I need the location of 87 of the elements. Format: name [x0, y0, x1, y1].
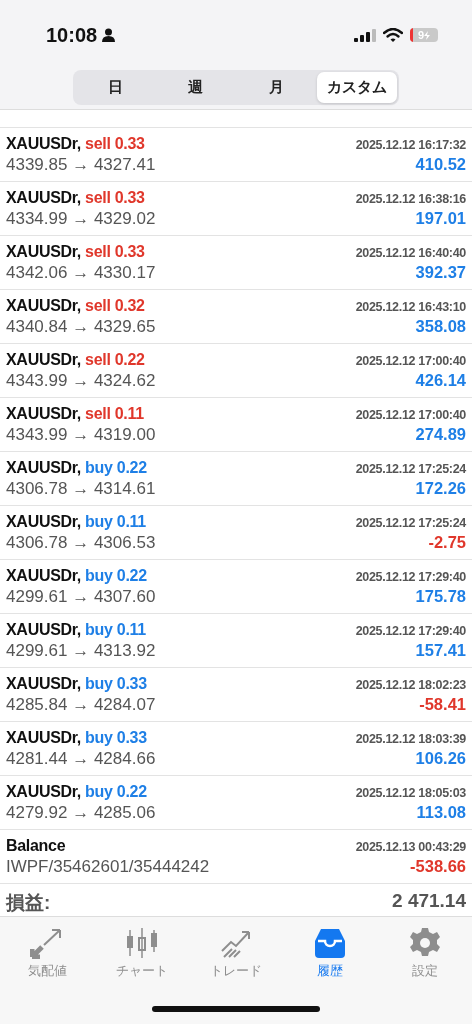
inbox-icon	[313, 927, 348, 959]
symbol-label: XAUUSDr,	[6, 782, 81, 800]
price-range: 4306.78 → 4314.61	[6, 478, 156, 499]
profit-value: 426.14	[415, 370, 466, 390]
timestamp: 2025.12.12 17:25:24	[355, 461, 466, 476]
profit-value: 175.78	[415, 586, 466, 606]
settings-icon	[407, 927, 442, 959]
nav-tab[interactable]: 気配値	[0, 927, 95, 980]
nav-tab[interactable]: 設定	[377, 927, 472, 980]
profit-label: 損益:	[6, 891, 51, 915]
price-range: 4340.84 → 4329.65	[6, 316, 156, 337]
order-label: buy 0.22	[85, 566, 147, 584]
profit-value: 358.08	[415, 316, 466, 336]
symbol-label: XAUUSDr,	[6, 134, 81, 152]
timestamp: 2025.12.12 17:00:40	[355, 353, 466, 368]
period-tab[interactable]: 日	[75, 72, 156, 103]
symbol-label: XAUUSDr,	[6, 566, 81, 584]
order-label: sell 0.11	[85, 404, 144, 422]
price-range: 4334.99 → 4329.02	[6, 208, 156, 229]
symbol-label: XAUUSDr,	[6, 512, 81, 530]
order-label: buy 0.33	[85, 728, 147, 746]
symbol-label: XAUUSDr,	[6, 728, 81, 746]
timestamp: 2025.12.12 18:02:23	[355, 677, 466, 692]
profit-value: 157.41	[415, 640, 466, 660]
timestamp: 2025.12.12 17:29:40	[355, 623, 466, 638]
timestamp: 2025.12.12 17:25:24	[355, 515, 466, 530]
profit-value: 113.08	[416, 802, 466, 822]
profit-value: 197.01	[415, 208, 466, 228]
wifi-icon	[383, 28, 403, 42]
order-label: buy 0.22	[85, 782, 147, 800]
clock: 10:08	[46, 23, 98, 47]
order-label: buy 0.22	[85, 458, 147, 476]
balance-reference: IWPF/35462601/35444242	[6, 856, 210, 877]
order-label: sell 0.33	[85, 134, 145, 152]
timestamp: 2025.12.12 17:00:40	[355, 407, 466, 422]
profit-value: 392.37	[415, 262, 466, 282]
symbol-label: XAUUSDr,	[6, 188, 81, 206]
timestamp: 2025.12.12 16:43:10	[355, 299, 466, 314]
price-range: 4279.92 → 4285.06	[6, 802, 156, 823]
timestamp: 2025.12.12 18:05:03	[355, 785, 466, 800]
price-range: 4299.61 → 4313.92	[6, 640, 156, 661]
order-label: buy 0.11	[85, 512, 146, 530]
order-label: sell 0.22	[85, 350, 145, 368]
order-label: sell 0.32	[85, 296, 145, 314]
nav-tab[interactable]: トレード	[188, 927, 284, 980]
profit-value: 274.89	[415, 424, 466, 444]
period-tab[interactable]: 月	[236, 72, 317, 103]
price-range: 4281.44 → 4284.66	[6, 748, 156, 769]
profit-value: 106.26	[415, 748, 466, 768]
timestamp: 2025.12.13 00:43:29	[355, 839, 466, 854]
symbol-label: XAUUSDr,	[6, 458, 81, 476]
symbol-label: XAUUSDr,	[6, 620, 81, 638]
nav-tab[interactable]: 履歴	[283, 927, 378, 980]
timestamp: 2025.12.12 18:03:39	[355, 731, 466, 746]
profit-value: 172.26	[415, 478, 466, 498]
symbol-label: XAUUSDr,	[6, 404, 81, 422]
price-range: 4285.84 → 4284.07	[6, 694, 156, 715]
symbol-label: XAUUSDr,	[6, 296, 81, 314]
nav-tab[interactable]: チャート	[94, 927, 189, 980]
period-tab[interactable]: カスタム	[316, 72, 397, 103]
profit-value: 410.52	[415, 154, 466, 174]
order-label: buy 0.33	[85, 674, 147, 692]
symbol-label: XAUUSDr,	[6, 674, 81, 692]
balance-label: Balance	[6, 836, 66, 855]
signal-icon	[354, 28, 376, 42]
order-label: buy 0.11	[85, 620, 146, 638]
price-range: 4343.99 → 4319.00	[6, 424, 156, 445]
person-icon	[102, 28, 116, 42]
period-tab[interactable]: 週	[155, 72, 236, 103]
price-range: 4342.06 → 4330.17	[6, 262, 156, 283]
timestamp: 2025.12.12 16:17:32	[355, 137, 466, 152]
timestamp: 2025.12.12 16:38:16	[355, 191, 466, 206]
price-range: 4306.78 → 4306.53	[6, 532, 156, 553]
price-range: 4299.61 → 4307.60	[6, 586, 156, 607]
profit-value: -58.41	[419, 694, 466, 714]
candlestick-icon	[124, 927, 159, 959]
profit-total: 2 471.14	[392, 890, 466, 913]
symbol-label: XAUUSDr,	[6, 350, 81, 368]
price-range: 4343.99 → 4324.62	[6, 370, 156, 391]
timestamp: 2025.12.12 17:29:40	[355, 569, 466, 584]
order-label: sell 0.33	[85, 188, 145, 206]
timestamp: 2025.12.12 16:40:40	[355, 245, 466, 260]
symbol-label: XAUUSDr,	[6, 242, 81, 260]
profit-value: -538.66	[410, 856, 466, 876]
profit-value: -2.75	[428, 532, 466, 552]
price-range: 4339.85 → 4327.41	[6, 154, 156, 175]
order-label: sell 0.33	[85, 242, 145, 260]
